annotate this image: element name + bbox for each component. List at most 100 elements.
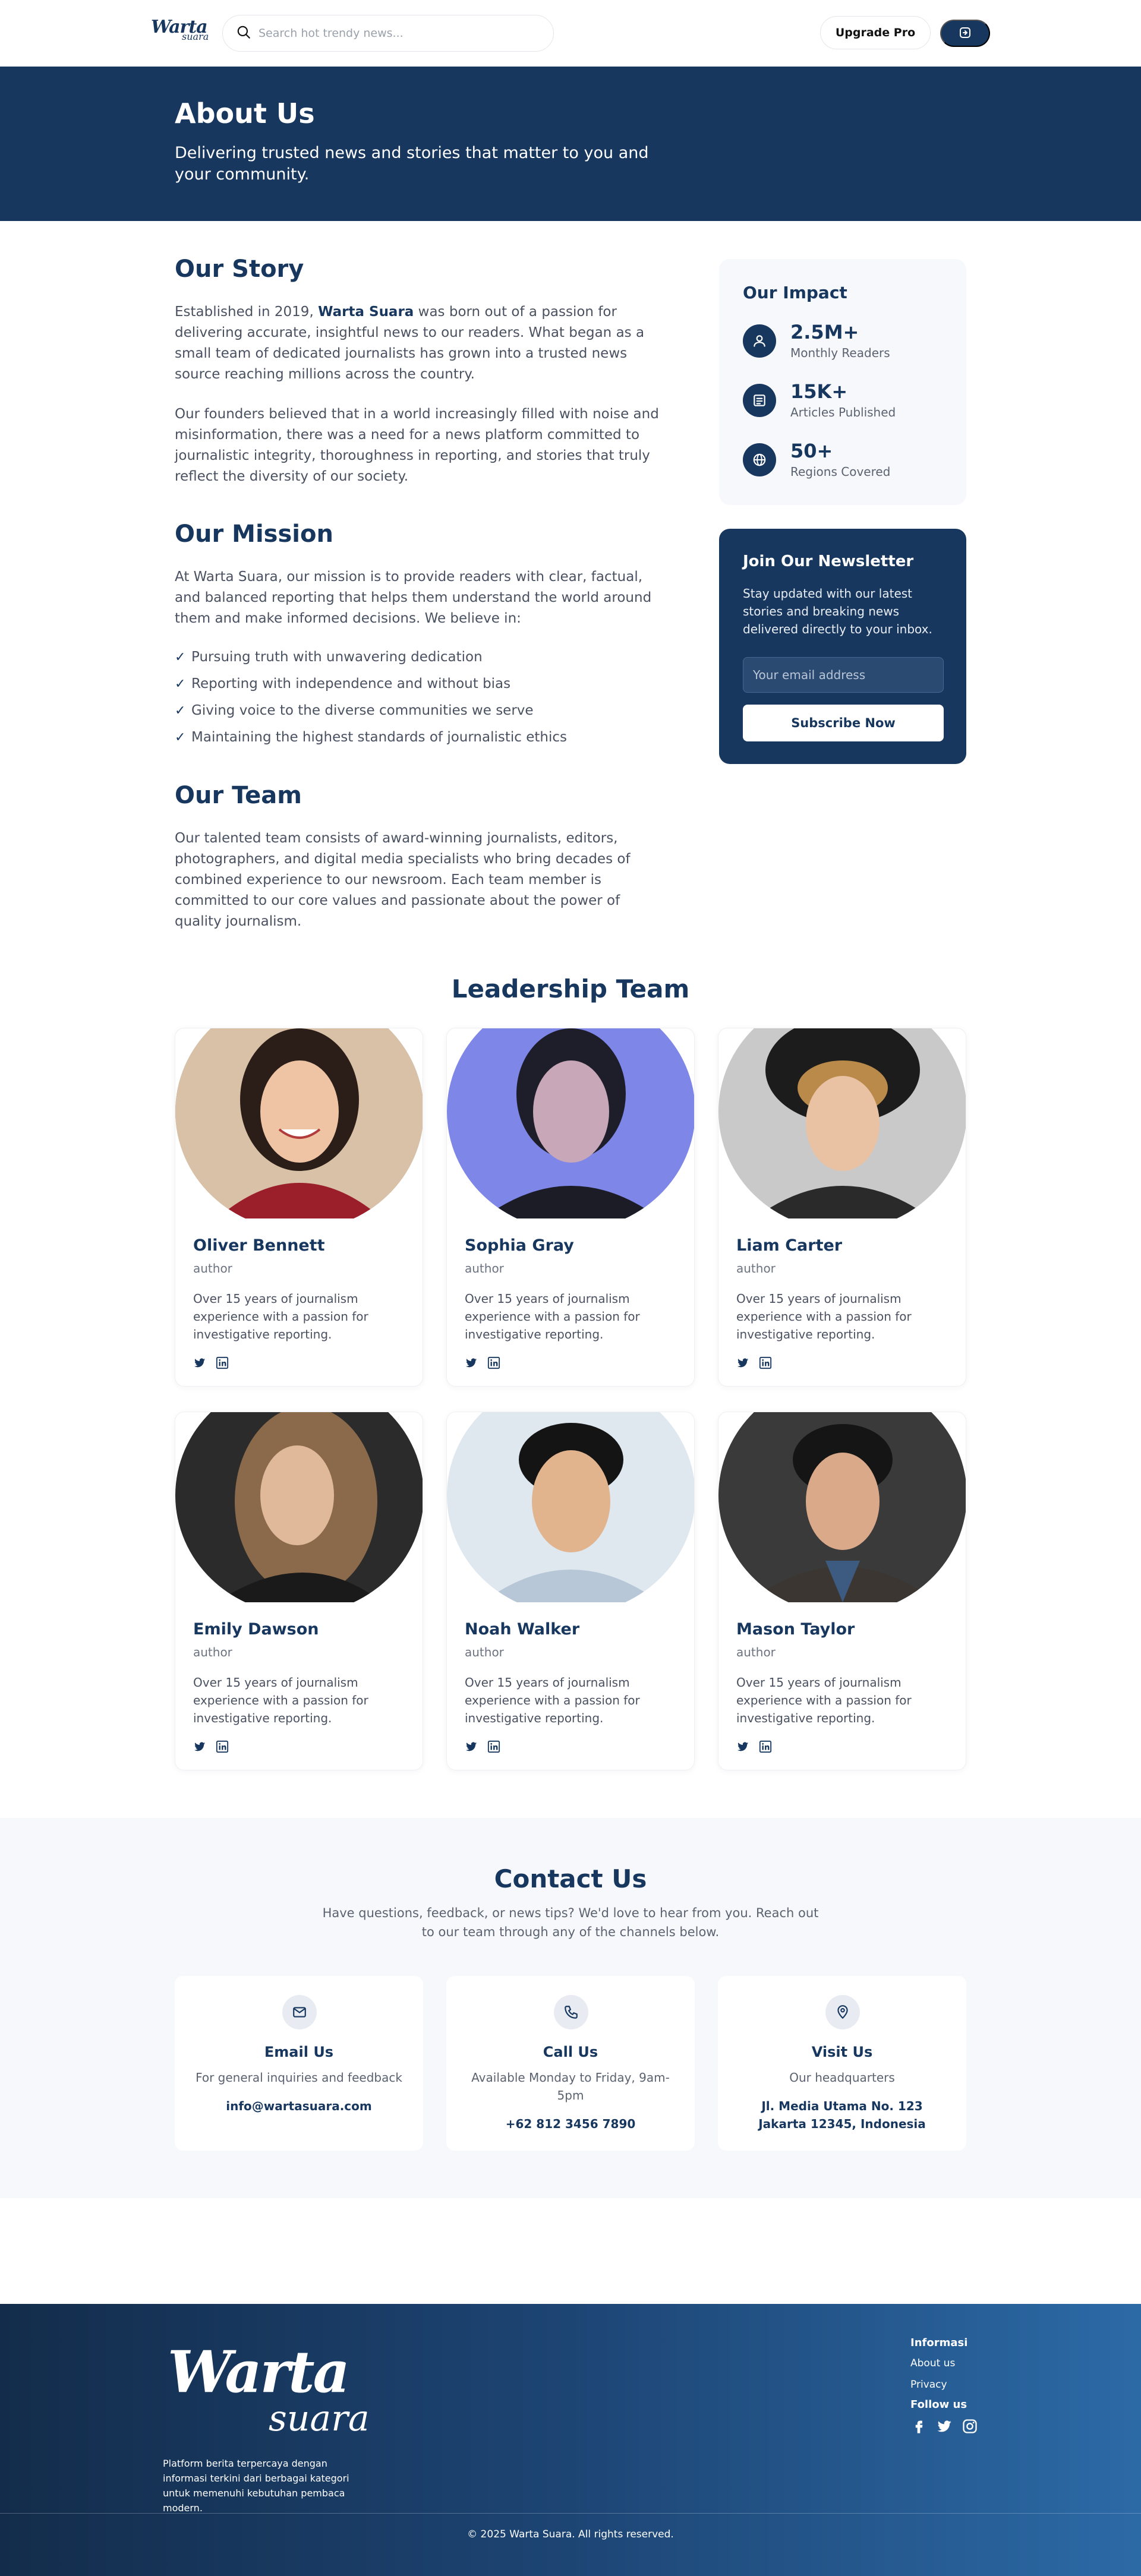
impact-stat-articles: 15K+ Articles Published bbox=[743, 380, 945, 419]
contact-card-title: Call Us bbox=[543, 2044, 598, 2060]
twitter-icon[interactable] bbox=[193, 1740, 206, 1756]
contact-card-desc: Available Monday to Friday, 9am-5pm bbox=[471, 2070, 670, 2103]
our-team-paragraph: Our talented team consists of award-winn… bbox=[175, 831, 631, 929]
twitter-icon[interactable] bbox=[736, 1740, 749, 1756]
about-hero: About Us Delivering trusted news and sto… bbox=[0, 67, 1141, 221]
newsletter-title: Join Our Newsletter bbox=[743, 553, 914, 570]
search-input[interactable] bbox=[259, 27, 544, 40]
contact-phone-link[interactable]: +62 812 3456 7890 bbox=[464, 2115, 677, 2133]
member-social-links bbox=[193, 1740, 229, 1756]
check-icon: ✓ bbox=[175, 677, 186, 692]
globe-icon bbox=[743, 443, 776, 476]
twitter-icon[interactable] bbox=[193, 1356, 206, 1372]
twitter-icon[interactable] bbox=[465, 1740, 478, 1756]
our-mission-intro: At Warta Suara, our mission is to provid… bbox=[175, 569, 652, 626]
site-logo[interactable]: Warta suara bbox=[151, 17, 213, 44]
team-member-card: Mason Taylor author Over 15 years of jou… bbox=[718, 1412, 966, 1770]
member-photo bbox=[718, 1028, 966, 1218]
team-member-card: Liam Carter author Over 15 years of jour… bbox=[718, 1028, 966, 1387]
footer-link-about[interactable]: About us bbox=[910, 2353, 978, 2374]
linkedin-icon[interactable] bbox=[216, 1356, 229, 1372]
member-bio: Over 15 years of journalism experience w… bbox=[736, 1675, 912, 1725]
impact-stat-readers: 2.5M+ Monthly Readers bbox=[743, 321, 945, 360]
contact-card-title: Visit Us bbox=[811, 2044, 873, 2060]
stat-value: 50+ bbox=[790, 440, 833, 462]
linkedin-icon[interactable] bbox=[759, 1356, 772, 1372]
member-photo bbox=[175, 1028, 423, 1218]
contact-card-desc: Our headquarters bbox=[789, 2070, 895, 2085]
facebook-icon[interactable] bbox=[910, 2418, 927, 2437]
mission-list: ✓ Pursuing truth with unwavering dedicati… bbox=[175, 644, 666, 751]
linkedin-icon[interactable] bbox=[487, 1740, 500, 1756]
phone-icon bbox=[554, 1995, 588, 2029]
list-item: ✓ Giving voice to the diverse communities… bbox=[175, 697, 666, 724]
footer-tagline: Platform berita terpercaya dengan inform… bbox=[163, 2458, 349, 2514]
member-bio: Over 15 years of journalism experience w… bbox=[465, 1675, 640, 1725]
footer-link-privacy[interactable]: Privacy bbox=[910, 2374, 978, 2395]
search-icon bbox=[236, 24, 251, 42]
instagram-icon[interactable] bbox=[962, 2418, 978, 2437]
member-bio: Over 15 years of journalism experience w… bbox=[193, 1675, 368, 1725]
our-team-heading: Our Team bbox=[175, 782, 302, 809]
map-pin-icon bbox=[825, 1995, 860, 2029]
twitter-icon[interactable] bbox=[736, 1356, 749, 1372]
member-bio: Over 15 years of journalism experience w… bbox=[193, 1292, 368, 1341]
footer-divider bbox=[0, 2513, 1141, 2514]
member-photo bbox=[447, 1412, 694, 1602]
login-button[interactable] bbox=[940, 20, 990, 47]
leadership-heading: Leadership Team bbox=[451, 974, 690, 1003]
footer-links: Informasi About us Privacy Follow us bbox=[910, 2334, 978, 2437]
linkedin-icon[interactable] bbox=[759, 1740, 772, 1756]
check-icon: ✓ bbox=[175, 703, 186, 718]
contact-subtitle: Have questions, feedback, or news tips? … bbox=[322, 1906, 819, 1939]
member-name: Emily Dawson bbox=[193, 1620, 319, 1639]
team-member-card: Noah Walker author Over 15 years of jour… bbox=[446, 1412, 695, 1770]
footer-info-heading: Informasi bbox=[910, 2337, 968, 2349]
list-item: ✓ Reporting with independence and without… bbox=[175, 671, 666, 697]
contact-email-link[interactable]: info@wartasuara.com bbox=[193, 2097, 405, 2115]
member-social-links bbox=[465, 1740, 500, 1756]
check-icon: ✓ bbox=[175, 730, 186, 745]
linkedin-icon[interactable] bbox=[487, 1356, 500, 1372]
search-bar[interactable] bbox=[222, 15, 554, 52]
stat-value: 15K+ bbox=[790, 380, 848, 403]
member-role: author bbox=[736, 1261, 776, 1276]
page-title: About Us bbox=[175, 97, 315, 130]
newsletter-email-input[interactable] bbox=[743, 657, 944, 693]
our-story-paragraph-2: Our founders believed that in a world in… bbox=[175, 406, 659, 484]
our-mission-heading: Our Mission bbox=[175, 520, 333, 548]
contact-card-email: Email Us For general inquiries and feedb… bbox=[175, 1976, 423, 2151]
stat-label: Regions Covered bbox=[790, 465, 891, 479]
list-item: ✓ Maintaining the highest standards of jo… bbox=[175, 724, 666, 751]
member-social-links bbox=[736, 1740, 772, 1756]
footer-logo[interactable]: Warta suara bbox=[168, 2338, 382, 2445]
member-social-links bbox=[193, 1356, 229, 1372]
twitter-icon[interactable] bbox=[935, 2418, 953, 2437]
site-footer: Warta suara Platform berita terpercaya d… bbox=[0, 2304, 1141, 2576]
stat-value: 2.5M+ bbox=[790, 321, 859, 343]
member-name: Liam Carter bbox=[736, 1236, 843, 1255]
member-social-links bbox=[736, 1356, 772, 1372]
member-name: Oliver Bennett bbox=[193, 1236, 325, 1255]
member-name: Mason Taylor bbox=[736, 1620, 855, 1639]
team-member-card: Sophia Gray author Over 15 years of jour… bbox=[446, 1028, 695, 1387]
twitter-icon[interactable] bbox=[465, 1356, 478, 1372]
contact-card-title: Email Us bbox=[264, 2044, 334, 2060]
contact-card-phone: Call Us Available Monday to Friday, 9am-… bbox=[446, 1976, 695, 2151]
member-name: Noah Walker bbox=[465, 1620, 580, 1639]
our-story-heading: Our Story bbox=[175, 255, 304, 283]
users-icon bbox=[743, 324, 776, 358]
impact-card: Our Impact 2.5M+ Monthly Readers 15K+ Ar… bbox=[719, 259, 966, 505]
list-item: ✓ Pursuing truth with unwavering dedicati… bbox=[175, 644, 666, 671]
member-bio: Over 15 years of journalism experience w… bbox=[736, 1292, 912, 1341]
linkedin-icon[interactable] bbox=[216, 1740, 229, 1756]
subscribe-button[interactable]: Subscribe Now bbox=[743, 705, 944, 741]
member-role: author bbox=[193, 1261, 232, 1276]
footer-follow-heading: Follow us bbox=[910, 2398, 967, 2411]
stat-label: Monthly Readers bbox=[790, 346, 890, 360]
footer-copyright: © 2025 Warta Suara. All rights reserved. bbox=[467, 2528, 674, 2540]
upgrade-pro-button[interactable]: Upgrade Pro bbox=[820, 16, 931, 49]
check-icon: ✓ bbox=[175, 650, 186, 665]
member-role: author bbox=[736, 1645, 776, 1659]
newspaper-icon bbox=[743, 384, 776, 417]
